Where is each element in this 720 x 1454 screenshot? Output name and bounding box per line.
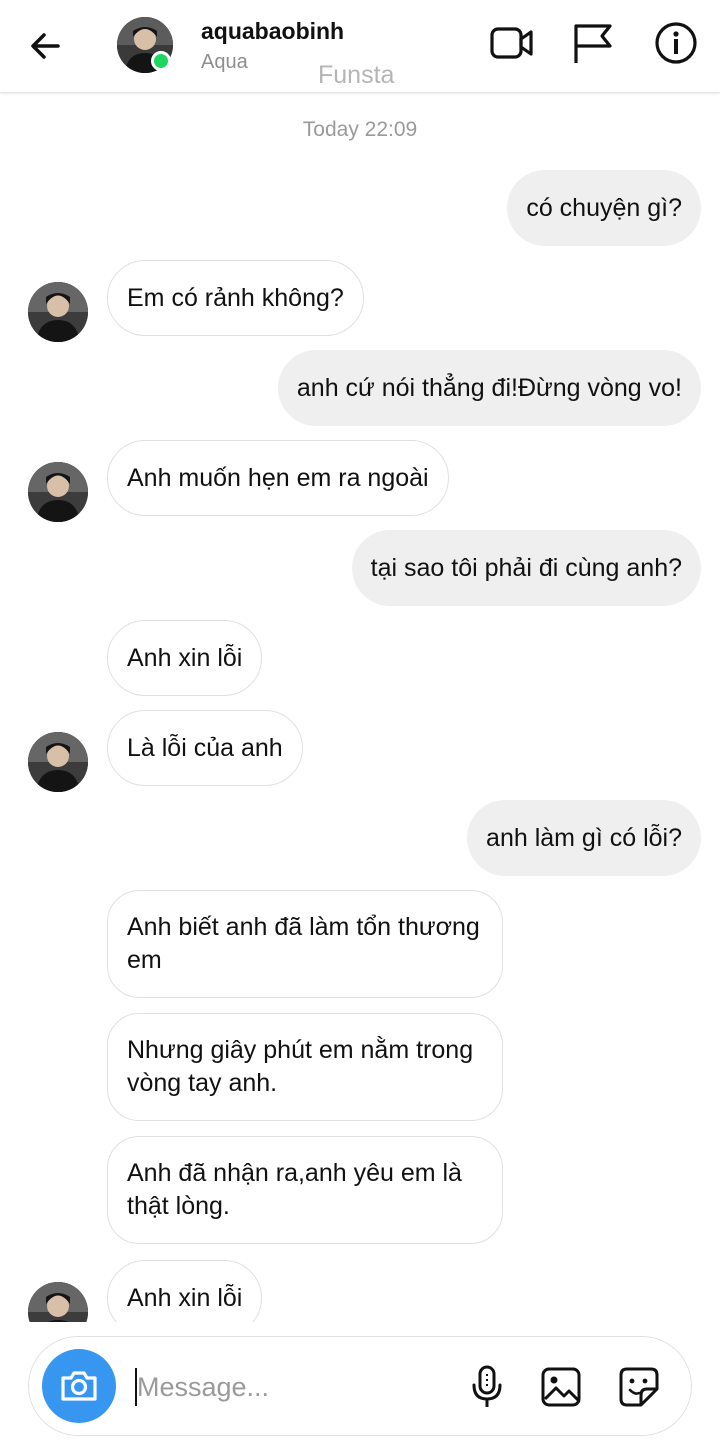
incoming-message-bubble[interactable]: Anh biết anh đã làm tổn thương em [107,890,503,998]
sender-avatar[interactable] [28,462,88,522]
flag-icon [574,24,612,63]
outgoing-message-bubble[interactable]: anh làm gì có lỗi? [467,800,701,876]
incoming-message-bubble[interactable]: Anh xin lỗi [107,1260,263,1322]
sender-avatar[interactable] [28,732,88,792]
info-icon [655,22,697,64]
outgoing-message-bubble[interactable]: có chuyện gì? [507,170,701,246]
video-call-button[interactable] [487,18,537,68]
sticker-button[interactable] [615,1361,663,1413]
incoming-message-bubble[interactable]: Anh đã nhận ra,anh yêu em là thật lòng. [107,1136,503,1244]
message-input[interactable] [137,1361,437,1413]
sender-avatar[interactable] [28,282,88,342]
sticker-icon [619,1367,659,1407]
gallery-icon [541,1367,581,1407]
chat-header: aquabaobinh Aqua Funsta [0,0,720,93]
incoming-message-bubble[interactable]: Anh xin lỗi [107,620,263,696]
incoming-message-bubble[interactable]: Em có rảnh không? [107,260,364,336]
incoming-message-bubble[interactable]: Là lỗi của anh [107,710,303,786]
video-camera-icon [490,27,533,59]
microphone-icon [472,1365,502,1407]
watermark-label: Funsta [318,61,395,89]
report-button[interactable] [568,18,618,68]
info-button[interactable] [651,18,701,68]
voice-message-button[interactable] [463,1361,511,1413]
chat-display-name: Aqua [201,51,248,73]
message-composer [28,1336,692,1436]
incoming-message-bubble[interactable]: Anh muốn hẹn em ra ngoài [107,440,449,516]
back-button[interactable] [22,22,70,70]
incoming-message-bubble[interactable]: Nhưng giây phút em nằm trong vòng tay an… [107,1013,503,1121]
online-status-dot [151,51,171,71]
camera-button[interactable] [42,1349,116,1423]
sender-avatar[interactable] [28,1282,88,1322]
message-clip: Anh xin lỗi [0,1250,720,1322]
outgoing-message-bubble[interactable]: tại sao tôi phải đi cùng anh? [351,530,701,606]
outgoing-message-bubble[interactable]: anh cứ nói thẳng đi!Đừng vòng vo! [277,350,701,426]
message-timestamp: Today 22:09 [302,118,418,141]
back-arrow-icon [31,33,60,59]
camera-icon [61,1371,97,1401]
chat-username[interactable]: aquabaobinh [201,18,344,45]
gallery-button[interactable] [537,1361,585,1413]
